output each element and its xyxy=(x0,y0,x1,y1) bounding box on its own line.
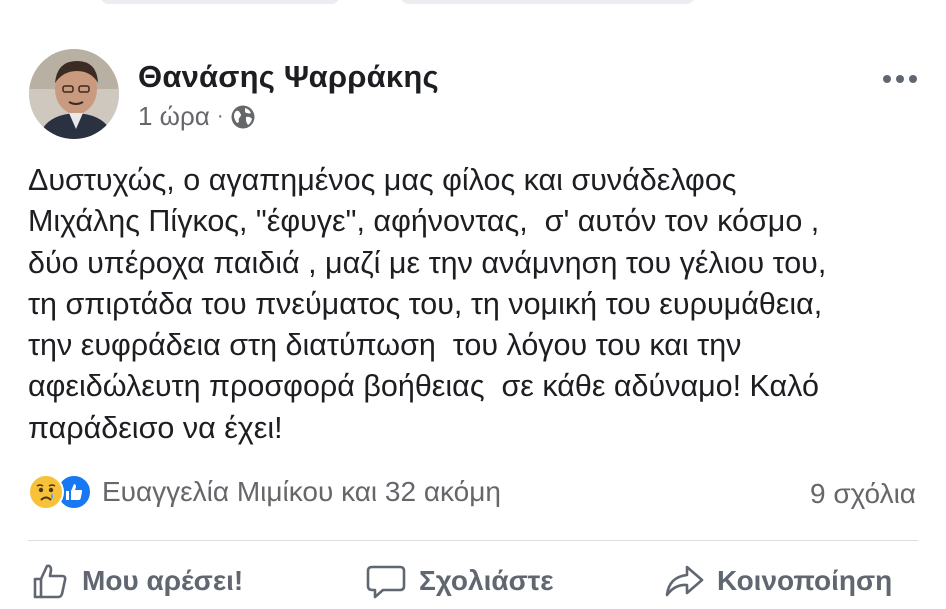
post-text: Δυστυχώς, ο αγαπημένος μας φίλος και συν… xyxy=(28,163,827,445)
comments-count[interactable]: 9 σχόλια xyxy=(810,478,916,510)
like-label: Μου αρέσει! xyxy=(82,565,244,596)
more-dot xyxy=(896,75,904,83)
post-meta: 1 ώρα · xyxy=(138,101,256,132)
share-button[interactable]: Κοινοποίηση xyxy=(663,561,892,601)
share-arrow-icon xyxy=(665,565,704,597)
post-time[interactable]: 1 ώρα xyxy=(138,101,210,132)
globe-icon[interactable] xyxy=(230,104,256,130)
comment-bubble-icon xyxy=(366,565,406,599)
reactions-summary[interactable]: Ευαγγελία Μιμίκου και 32 ακόμη xyxy=(28,474,501,510)
avatar[interactable] xyxy=(29,49,119,139)
action-bar: Μου αρέσει! Σχολιάστε Κοινοποίηση xyxy=(0,555,946,609)
share-label: Κοινοποίηση xyxy=(717,565,893,596)
meta-separator: · xyxy=(216,105,224,127)
reaction-names[interactable]: Ευαγγελία Μιμίκου και 32 ακόμη xyxy=(102,476,501,508)
more-options-button[interactable] xyxy=(880,62,920,96)
author-name[interactable]: Θανάσης Ψαρράκης xyxy=(138,59,439,95)
sad-reaction-icon xyxy=(28,474,64,510)
more-dot xyxy=(909,75,917,83)
top-button-partial[interactable] xyxy=(400,0,695,4)
comment-button[interactable]: Σχολιάστε xyxy=(365,561,554,601)
comment-label: Σχολιάστε xyxy=(419,565,554,596)
profile-photo xyxy=(29,49,119,139)
more-options-icon xyxy=(883,75,891,83)
like-button[interactable]: Μου αρέσει! xyxy=(30,561,243,601)
top-button-partial[interactable] xyxy=(100,0,340,4)
divider xyxy=(28,540,918,541)
thumbs-up-icon xyxy=(33,564,67,599)
